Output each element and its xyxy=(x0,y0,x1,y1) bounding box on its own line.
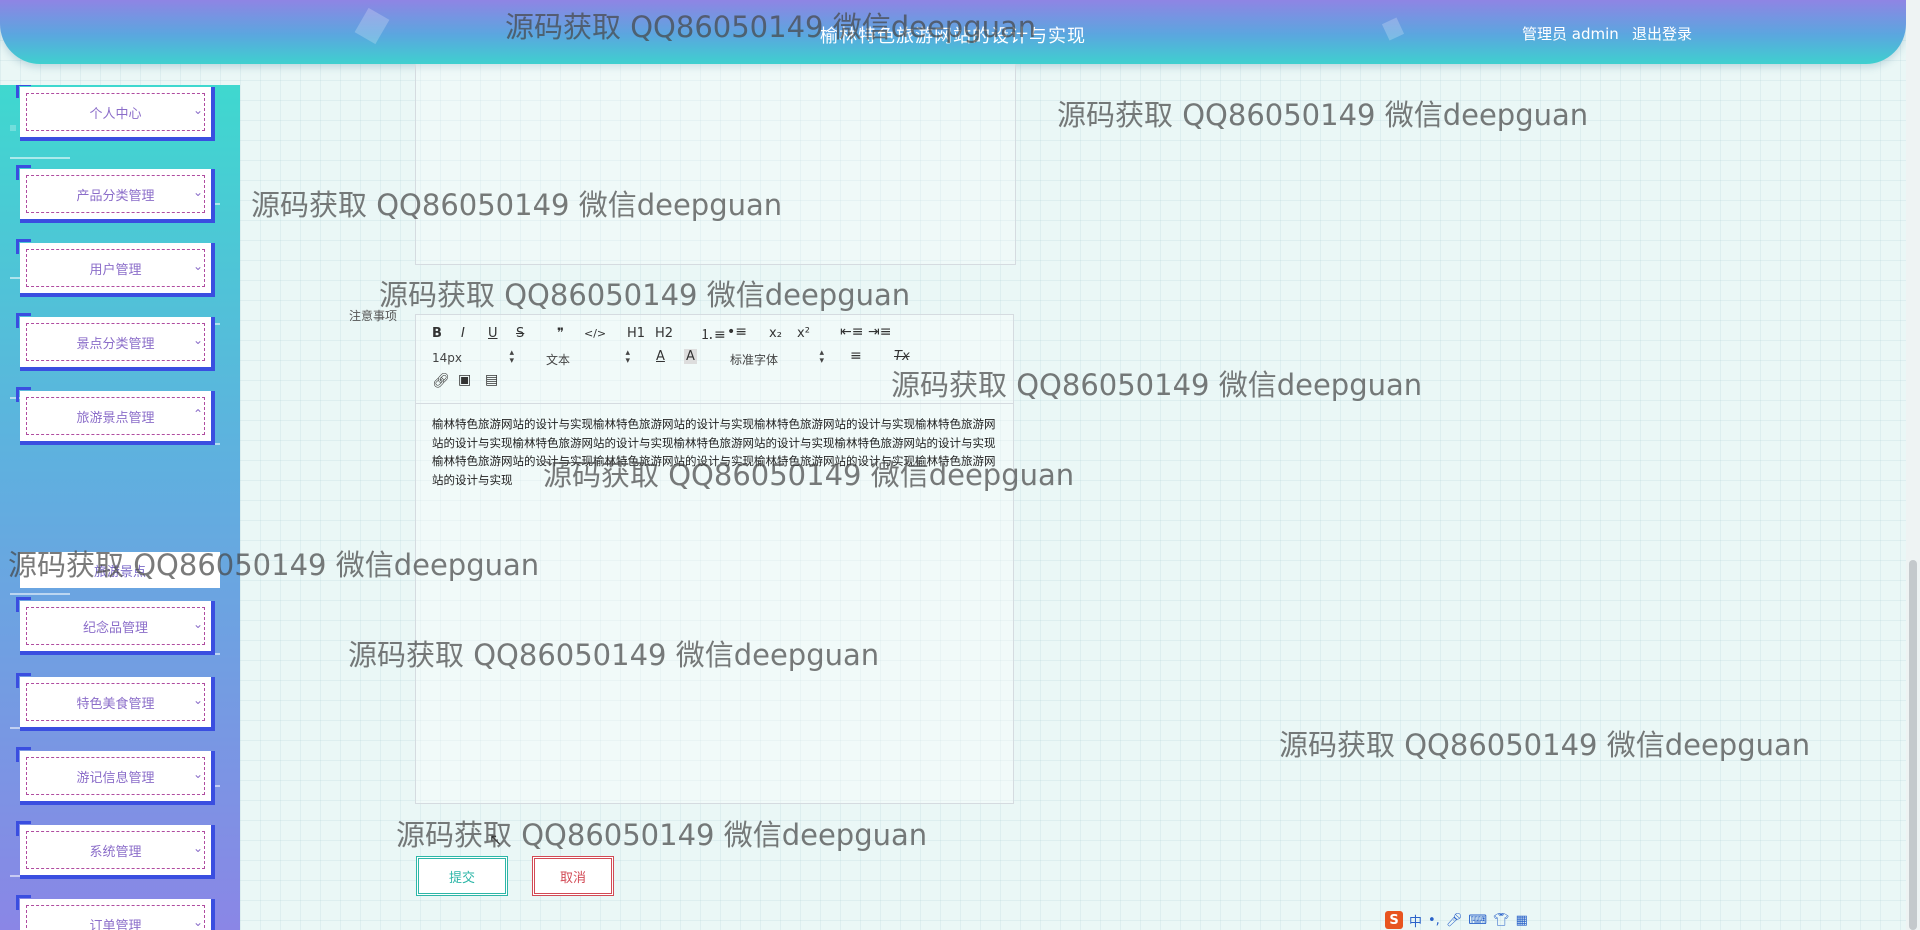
code-block-button[interactable]: </> xyxy=(584,327,606,340)
font-family-select[interactable]: 标准字体 ▴ ▾ xyxy=(730,348,824,368)
sidebar-item-product-category[interactable]: 产品分类管理 ⌄ xyxy=(16,165,215,223)
ime-toolbar[interactable]: S 中 •, 🎤︎ ⌨ 👕︎ ▦ xyxy=(1385,910,1560,930)
heading1-button[interactable]: H1 xyxy=(627,326,645,341)
ime-language[interactable]: 中 xyxy=(1409,911,1422,930)
align-icon[interactable]: ≡ xyxy=(850,348,862,364)
sidebar-item-label: 景点分类管理 xyxy=(26,323,205,361)
chevron-down-icon: ⌄ xyxy=(192,915,203,929)
chevron-down-icon: ⌄ xyxy=(192,693,203,707)
sidebar-item-label: 系统管理 xyxy=(26,831,205,869)
select-arrows-icon: ▴ ▾ xyxy=(509,348,514,366)
sidebar-item-travel-notes[interactable]: 游记信息管理 ⌄ xyxy=(16,747,215,805)
watermark-text: 源码获取 QQ86050149 微信deepguan xyxy=(1057,98,1589,132)
italic-button[interactable]: I xyxy=(461,326,465,341)
editor-toolbar: B I U S ❞ </> H1 H2 ⒈≡ •≡ x₂ x² ⇤≡ ⇥≡ 14… xyxy=(416,315,1013,404)
chevron-down-icon: ⌄ xyxy=(192,767,203,781)
ime-punct-icon[interactable]: •, xyxy=(1428,913,1440,928)
menu-grid-icon[interactable]: ▦ xyxy=(1516,913,1528,928)
underline-button[interactable]: U xyxy=(488,326,498,341)
site-title: 榆林特色旅游网站的设计与实现 xyxy=(820,26,1086,47)
cancel-button[interactable]: 取消 xyxy=(532,856,614,896)
image-icon[interactable]: ▣ xyxy=(458,372,471,388)
sidebar-decoration xyxy=(10,125,16,131)
mouse-cursor-icon: ↖ xyxy=(489,830,503,849)
logout-link[interactable]: 退出登录 xyxy=(1632,23,1692,44)
submit-button[interactable]: 提交 xyxy=(416,856,508,896)
sidebar-item-personal-center[interactable]: 个人中心 ⌄ xyxy=(16,85,215,141)
ime-logo-icon: S xyxy=(1385,911,1403,929)
select-arrows-icon: ▴ ▾ xyxy=(625,348,630,366)
background-color-icon[interactable]: A xyxy=(684,349,697,364)
sidebar-item-label: 用户管理 xyxy=(26,249,205,287)
paragraph-select[interactable]: 文本 ▴ ▾ xyxy=(546,348,630,368)
editor-content[interactable]: 榆林特色旅游网站的设计与实现榆林特色旅游网站的设计与实现榆林特色旅游网站的设计与… xyxy=(432,415,997,489)
circuit-line xyxy=(10,157,70,159)
sidebar-item-label: 产品分类管理 xyxy=(26,175,205,213)
select-arrows-icon: ▴ ▾ xyxy=(819,348,824,366)
superscript-button[interactable]: x² xyxy=(797,326,810,341)
skin-icon[interactable]: 👕︎ xyxy=(1493,913,1510,928)
ordered-list-icon[interactable]: ⒈≡ xyxy=(700,324,726,344)
admin-user-label: 管理员 admin xyxy=(1522,25,1619,43)
sidebar-item-label: 订单管理 xyxy=(26,905,205,930)
sidebar: 个人中心 ⌄ 产品分类管理 ⌄ 用户管理 ⌄ 景点分类管理 ⌄ 旅游景点管理 ⌃… xyxy=(0,85,240,930)
chevron-up-icon: ⌃ xyxy=(192,407,203,421)
watermark-text: 源码获取 QQ86050149 微信deepguan xyxy=(396,818,928,852)
chevron-down-icon: ⌄ xyxy=(192,841,203,855)
chevron-down-icon: ⌄ xyxy=(192,333,203,347)
sidebar-item-orders[interactable]: 订单管理 ⌄ xyxy=(16,895,215,930)
font-family-value: 标准字体 xyxy=(730,353,779,367)
bullet-list-icon[interactable]: •≡ xyxy=(727,324,747,340)
outdent-icon[interactable]: ⇤≡ xyxy=(840,324,863,340)
font-size-select[interactable]: 14px ▴ ▾ xyxy=(432,348,514,366)
blockquote-button[interactable]: ❞ xyxy=(557,326,564,341)
previous-editor-area[interactable] xyxy=(415,64,1016,265)
sidebar-subitem-scenic-spot[interactable]: 旅游景点 xyxy=(20,552,220,588)
heading2-button[interactable]: H2 xyxy=(655,326,673,341)
circuit-line xyxy=(10,593,70,595)
bold-button[interactable]: B xyxy=(432,326,442,341)
watermark-text: 源码获取 QQ86050149 微信deepguan xyxy=(379,278,911,312)
sidebar-item-souvenirs[interactable]: 纪念品管理 ⌄ xyxy=(16,597,215,655)
microphone-icon[interactable]: 🎤︎ xyxy=(1446,913,1463,928)
sidebar-item-local-food[interactable]: 特色美食管理 ⌄ xyxy=(16,673,215,731)
chevron-down-icon: ⌄ xyxy=(192,185,203,199)
sidebar-item-label: 游记信息管理 xyxy=(26,757,205,795)
video-icon[interactable]: ▤ xyxy=(485,372,498,388)
notes-rich-text-editor[interactable]: B I U S ❞ </> H1 H2 ⒈≡ •≡ x₂ x² ⇤≡ ⇥≡ 14… xyxy=(415,314,1014,804)
top-header: 榆林特色旅游网站的设计与实现 管理员 admin 退出登录 xyxy=(0,0,1906,64)
paragraph-value: 文本 xyxy=(546,353,571,367)
keyboard-icon[interactable]: ⌨ xyxy=(1468,913,1487,928)
chevron-down-icon: ⌄ xyxy=(192,617,203,631)
strikethrough-button[interactable]: S xyxy=(516,326,524,341)
link-icon[interactable]: 🔗︎ xyxy=(432,373,450,389)
font-color-icon[interactable]: A xyxy=(656,349,665,364)
sidebar-item-users[interactable]: 用户管理 ⌄ xyxy=(16,239,215,297)
sidebar-item-system[interactable]: 系统管理 ⌄ xyxy=(16,821,215,879)
sidebar-item-label: 特色美食管理 xyxy=(26,683,205,721)
notes-label: 注意事项 xyxy=(349,309,398,323)
indent-icon[interactable]: ⇥≡ xyxy=(868,324,891,340)
clear-format-button[interactable]: Tx xyxy=(894,349,910,364)
sidebar-item-label: 旅游景点管理 xyxy=(26,397,205,435)
chevron-down-icon: ⌄ xyxy=(192,103,203,117)
sidebar-item-scenic-spots[interactable]: 旅游景点管理 ⌃ xyxy=(16,387,215,445)
chevron-down-icon: ⌄ xyxy=(192,259,203,273)
sidebar-item-label: 纪念品管理 xyxy=(26,607,205,645)
subscript-button[interactable]: x₂ xyxy=(769,326,782,341)
sidebar-item-label: 个人中心 xyxy=(26,93,205,131)
font-size-value: 14px xyxy=(432,351,462,365)
sidebar-item-scenic-category[interactable]: 景点分类管理 ⌄ xyxy=(16,313,215,371)
watermark-text: 源码获取 QQ86050149 微信deepguan xyxy=(1279,728,1811,762)
scrollbar-thumb[interactable] xyxy=(1909,560,1917,930)
